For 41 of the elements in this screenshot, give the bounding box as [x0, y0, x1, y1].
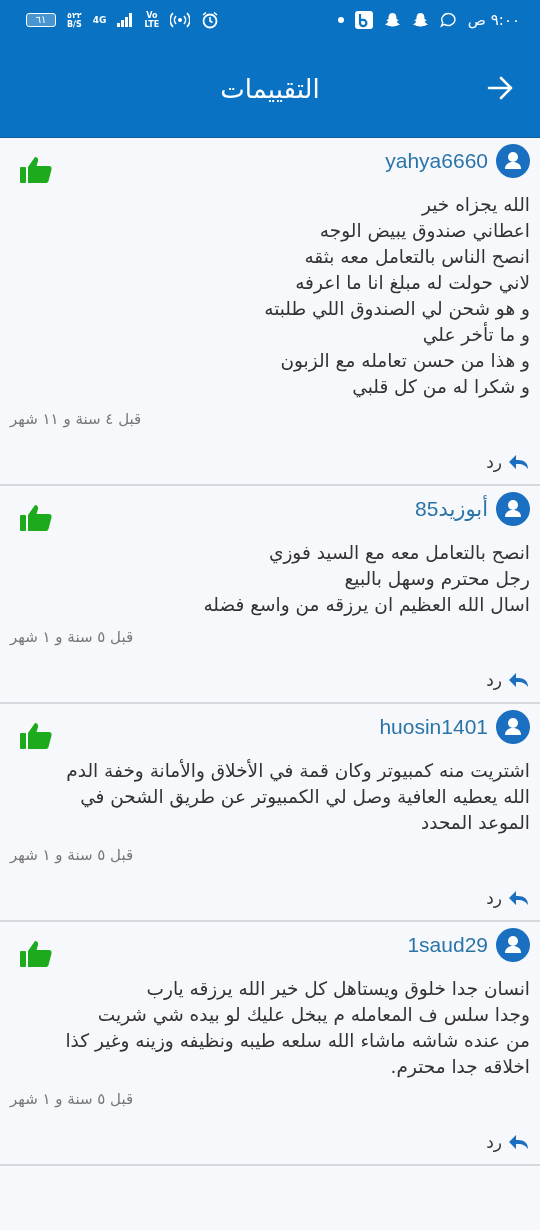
reply-icon [508, 453, 530, 471]
review-text: اشتريت منه كمبيوتر وكان قمة في الأخلاق والأمانة وخفة الدم الله يعطيه العافية وصل لي الكمبيوتر عن طريق الشحن في الموعد المحدد [65, 758, 530, 836]
b-app-icon [354, 11, 373, 29]
volte-label: LTE [144, 20, 160, 29]
username[interactable]: yahya6660 [385, 149, 488, 173]
ghost-icon [383, 11, 401, 29]
avatar-icon [496, 928, 530, 962]
review-date: قبل ٥ سنة و ١ شهر [10, 846, 134, 864]
battery-icon: ٦١ [26, 13, 56, 27]
review-text: انسان جدا خلوق ويستاهل كل خير الله يرزقه يارب وجدا سلس ف المعامله م يبخل عليك لو بيده شي شريت من عنده شاشه ماشاء الله سلعه طيبه ونظيفه وزينه وغير كذا اخلاقه جدا محترم. [64, 977, 530, 1080]
reply-button[interactable]: رد [486, 670, 530, 690]
signal-icon [117, 13, 134, 27]
alarm-icon [201, 11, 220, 29]
reply-button[interactable]: رد [486, 888, 530, 908]
avatar-icon [496, 710, 530, 744]
back-button[interactable] [486, 74, 514, 102]
username[interactable]: أبوزيد85 [415, 497, 488, 521]
hotspot-icon [170, 12, 191, 28]
chat-bubble-icon [439, 12, 457, 28]
username[interactable]: 1saud29 [407, 933, 488, 957]
reply-icon [508, 889, 530, 907]
review-date: قبل ٥ سنة و ١ شهر [10, 1090, 134, 1108]
review-text: الله يجزاه خير اعطاني صندوق يبيض الوجه انصح الناس بالتعامل معه بثقه لاني حولت له مبلغ انا ما اعرفه و هو شحن لي الصندوق اللي طلبته و ما تأخر علي و هذا من حسن تعامله مع الزبون و شكرا له من كل قلبي [263, 193, 530, 400]
avatar-icon [496, 144, 530, 178]
reply-button[interactable]: رد [486, 452, 530, 472]
review-text: انصح بالتعامل معه مع السيد فوزي رجل محترم وسهل بالبيع اسال الله العظيم ان يرزقه من واسع فضله [202, 541, 530, 618]
network-speed: ٥٢٢ [67, 11, 82, 20]
ghost-icon [411, 11, 429, 29]
review-date: قبل ٤ سنة و ١١ شهر [10, 410, 142, 428]
volte-label: Vo [146, 11, 158, 20]
review-date: قبل ٥ سنة و ١ شهر [10, 628, 134, 646]
speed-unit: B/S [67, 20, 82, 29]
avatar-icon [496, 492, 530, 526]
network-type: 4G [92, 15, 107, 25]
clock-time: ٩:٠٠ ص [467, 11, 520, 29]
screen-title: التقييمات [220, 73, 320, 104]
reply-icon [508, 1133, 530, 1151]
dot-icon [337, 17, 344, 23]
reply-icon [508, 671, 530, 689]
reply-button[interactable]: رد [486, 1132, 530, 1152]
username[interactable]: huosin1401 [379, 715, 488, 739]
